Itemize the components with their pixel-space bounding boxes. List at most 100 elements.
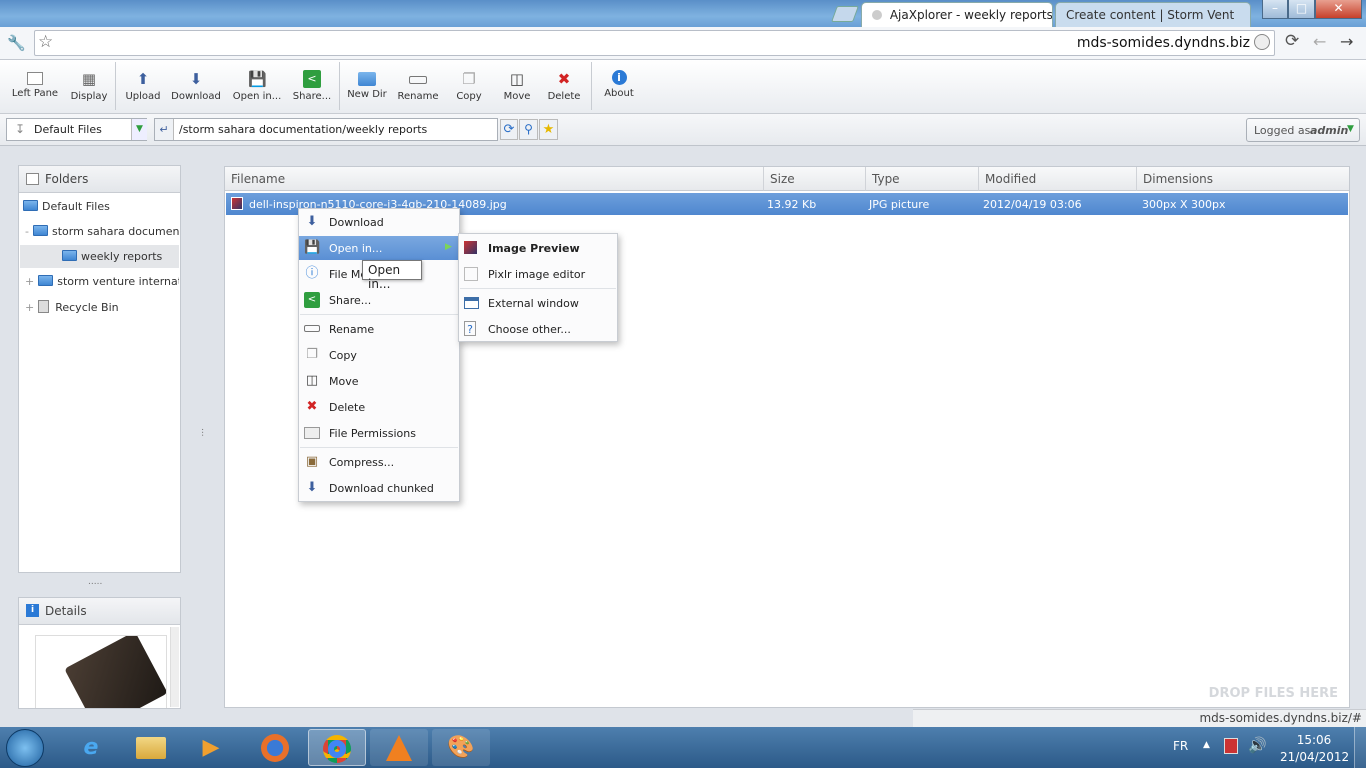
network-icon[interactable] [1224,738,1238,754]
menu-item-download[interactable]: ⬇ Download [299,210,459,234]
minimize-button[interactable]: – [1262,0,1288,19]
chevron-down-icon: ▼ [1347,124,1354,134]
browser-tab-inactive[interactable]: Create content | Storm Vent [1055,2,1251,27]
bookmark-star-icon[interactable]: ★ [539,119,558,140]
display-button[interactable]: ▦ Display [66,64,112,110]
column-header-modified[interactable]: Modified [979,167,1137,191]
tree-item-recycle-bin[interactable]: + Recycle Bin [25,300,179,314]
star-bookmark-icon[interactable]: ☆ [38,32,53,52]
repository-select[interactable]: ↧ Default Files ▼ [6,118,147,141]
rename-icon [304,325,320,332]
upload-icon: ⬆ [136,70,150,88]
column-label: Modified [985,172,1037,186]
download-button[interactable]: ⬇ Download [170,64,222,110]
tree-toggle[interactable]: - [25,225,29,238]
new-dir-button[interactable]: New Dir [346,64,388,110]
internet-explorer-icon[interactable]: e [62,729,120,766]
details-pane: i Details [18,597,181,709]
rename-button[interactable]: Rename [396,64,440,110]
reload-icon[interactable]: ⟳ [1285,31,1299,51]
file-explorer-icon[interactable] [122,729,180,766]
chevron-down-icon[interactable]: ▼ [131,119,147,140]
menu-item-delete[interactable]: ✖ Delete [299,395,459,419]
back-icon[interactable]: ← [1313,32,1326,51]
details-scrollbar[interactable] [170,627,179,707]
vlc-icon[interactable] [370,729,428,766]
submenu-item-pixlr[interactable]: Pixlr image editor [459,262,617,286]
start-button-icon[interactable] [6,729,44,767]
open-in-button[interactable]: 💾 Open in... [230,64,284,110]
clock-time[interactable]: 15:06 [1286,733,1342,747]
cell-modified: 2012/04/19 03:06 [983,198,1082,211]
menu-item-share[interactable]: < Share... [299,288,459,312]
forward-icon[interactable]: → [1340,32,1353,51]
submenu-item-choose-other[interactable]: ? Choose other... [459,317,617,341]
submenu-item-external-window[interactable]: External window [459,291,617,315]
cell-dimensions: 300px X 300px [1142,198,1226,211]
share-button[interactable]: < Share... [290,64,334,110]
path-input[interactable]: ↵ /storm sahara documentation/weekly rep… [154,118,498,141]
vertical-splitter[interactable]: ... [199,428,209,437]
move-button[interactable]: ◫ Move [502,64,532,110]
close-window-button[interactable]: ✕ [1315,0,1362,19]
language-indicator[interactable]: FR [1173,739,1188,753]
button-label: Copy [456,91,482,102]
menu-item-open-in[interactable]: 💾 Open in... ▶ [299,236,459,260]
tree-item-storm-venture[interactable]: + storm venture international [25,275,179,288]
download-icon: ⬇ [306,480,318,495]
button-label: Download [171,91,221,102]
clock-date[interactable]: 21/04/2012 [1280,750,1349,764]
tree-label: storm sahara documentation [51,225,179,238]
show-hidden-icons-icon[interactable]: ▲ [1203,740,1210,750]
volume-icon[interactable]: 🔊 [1248,736,1267,754]
submenu-arrow-icon: ▶ [445,242,452,252]
url-text[interactable]: mds-somides.dyndns.biz [1000,35,1250,51]
menu-item-copy[interactable]: ❐ Copy [299,343,459,367]
search-icon[interactable]: ⚲ [519,119,538,140]
left-pane-button[interactable]: Left Pane [8,64,62,110]
tree-toggle[interactable]: + [25,301,34,314]
menu-item-download-chunked[interactable]: ⬇ Download chunked [299,476,459,500]
paint-icon[interactable]: 🎨 [432,729,490,766]
button-label: About [604,88,634,99]
browser-tab-active[interactable]: AjaXplorer - weekly reports [861,2,1053,27]
menu-label: Download chunked [329,482,434,495]
up-folder-icon[interactable]: ↵ [155,119,174,140]
tree-toggle[interactable]: + [25,275,34,288]
menu-item-file-permissions[interactable]: File Permissions [299,421,459,445]
button-label: Rename [397,91,439,102]
refresh-icon[interactable]: ⟳ [500,119,518,140]
copy-button[interactable]: ❐ Copy [454,64,484,110]
menu-item-compress[interactable]: ▣ Compress... [299,450,459,474]
upload-button[interactable]: ⬆ Upload [122,64,164,110]
delete-button[interactable]: ✖ Delete [546,64,582,110]
wrench-icon[interactable]: 🔧 [7,34,26,52]
pane-splitter[interactable]: ..... [88,577,102,587]
user-menu[interactable]: Logged as admin ▼ [1246,118,1360,142]
chrome-icon[interactable] [308,729,366,766]
menu-label: Download [329,216,384,229]
column-label: Size [770,172,795,186]
maximize-button[interactable]: □ [1288,0,1315,19]
chrome-glyph [323,735,351,763]
firefox-icon[interactable] [246,729,304,766]
tree-item-weekly-reports[interactable]: weekly reports [62,250,178,263]
show-desktop-button[interactable] [1354,727,1366,768]
delete-icon: ✖ [306,399,318,414]
tree-item-default-files[interactable]: Default Files [23,200,179,213]
menu-item-move[interactable]: ◫ Move [299,369,459,393]
button-label: Share... [292,91,332,102]
media-player-icon[interactable]: ▶ [182,729,240,766]
about-button[interactable]: i About [602,64,636,110]
column-header-type[interactable]: Type [866,167,979,191]
copy-icon: ❐ [306,347,318,362]
submenu-item-image-preview[interactable]: Image Preview [459,236,617,260]
column-label: Type [872,172,900,186]
column-header-dimensions[interactable]: Dimensions [1137,167,1349,191]
tree-item-storm-sahara[interactable]: - storm sahara documentation [25,225,179,238]
column-header-size[interactable]: Size [764,167,866,191]
menu-item-rename[interactable]: Rename [299,317,459,341]
column-header-filename[interactable]: Filename [225,167,764,191]
toolbar-separator [339,62,340,110]
menu-separator [460,288,616,289]
